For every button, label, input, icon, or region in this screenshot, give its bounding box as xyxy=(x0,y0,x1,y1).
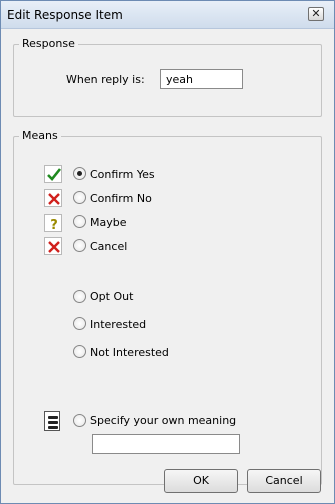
opt-out-label: Opt Out xyxy=(90,290,134,303)
means-group: Means Confirm Yes Confirm No ? Maybe Can… xyxy=(13,129,322,485)
edit-response-item-dialog: Edit Response Item ✕ Response When reply… xyxy=(0,0,335,504)
means-group-legend: Means xyxy=(19,129,61,142)
svg-text:?: ? xyxy=(50,218,58,232)
dialog-body: Response When reply is: Means Confirm Ye… xyxy=(6,29,329,499)
not-interested-label: Not Interested xyxy=(90,346,169,359)
radio-confirm-yes[interactable] xyxy=(73,167,86,180)
reply-label: When reply is: xyxy=(66,73,145,86)
response-group: Response When reply is: xyxy=(13,37,322,117)
x-icon xyxy=(44,237,62,255)
confirm-yes-label: Confirm Yes xyxy=(90,168,155,181)
window-title: Edit Response Item xyxy=(7,8,123,22)
reply-input[interactable] xyxy=(160,69,243,89)
close-icon: ✕ xyxy=(311,7,321,20)
radio-confirm-no[interactable] xyxy=(73,191,86,204)
maybe-label: Maybe xyxy=(90,216,127,229)
radio-interested[interactable] xyxy=(73,317,86,330)
radio-specify-own[interactable] xyxy=(73,414,86,427)
title-bar: Edit Response Item ✕ xyxy=(1,1,334,29)
custom-meaning-input[interactable] xyxy=(92,434,240,454)
cancel-button[interactable]: Cancel xyxy=(247,469,321,493)
x-icon xyxy=(44,189,62,207)
cancel-option-label: Cancel xyxy=(90,240,128,253)
custom-meaning-icon xyxy=(44,411,60,431)
check-icon xyxy=(44,165,62,183)
confirm-no-label: Confirm No xyxy=(90,192,152,205)
close-button[interactable]: ✕ xyxy=(308,7,324,21)
specify-own-label: Specify your own meaning xyxy=(90,414,237,427)
radio-maybe[interactable] xyxy=(73,215,86,228)
radio-cancel[interactable] xyxy=(73,239,86,252)
radio-not-interested[interactable] xyxy=(73,345,86,358)
radio-opt-out[interactable] xyxy=(73,290,86,303)
interested-label: Interested xyxy=(90,318,147,331)
response-group-legend: Response xyxy=(19,37,78,50)
question-icon: ? xyxy=(44,214,62,232)
ok-button[interactable]: OK xyxy=(164,469,238,493)
